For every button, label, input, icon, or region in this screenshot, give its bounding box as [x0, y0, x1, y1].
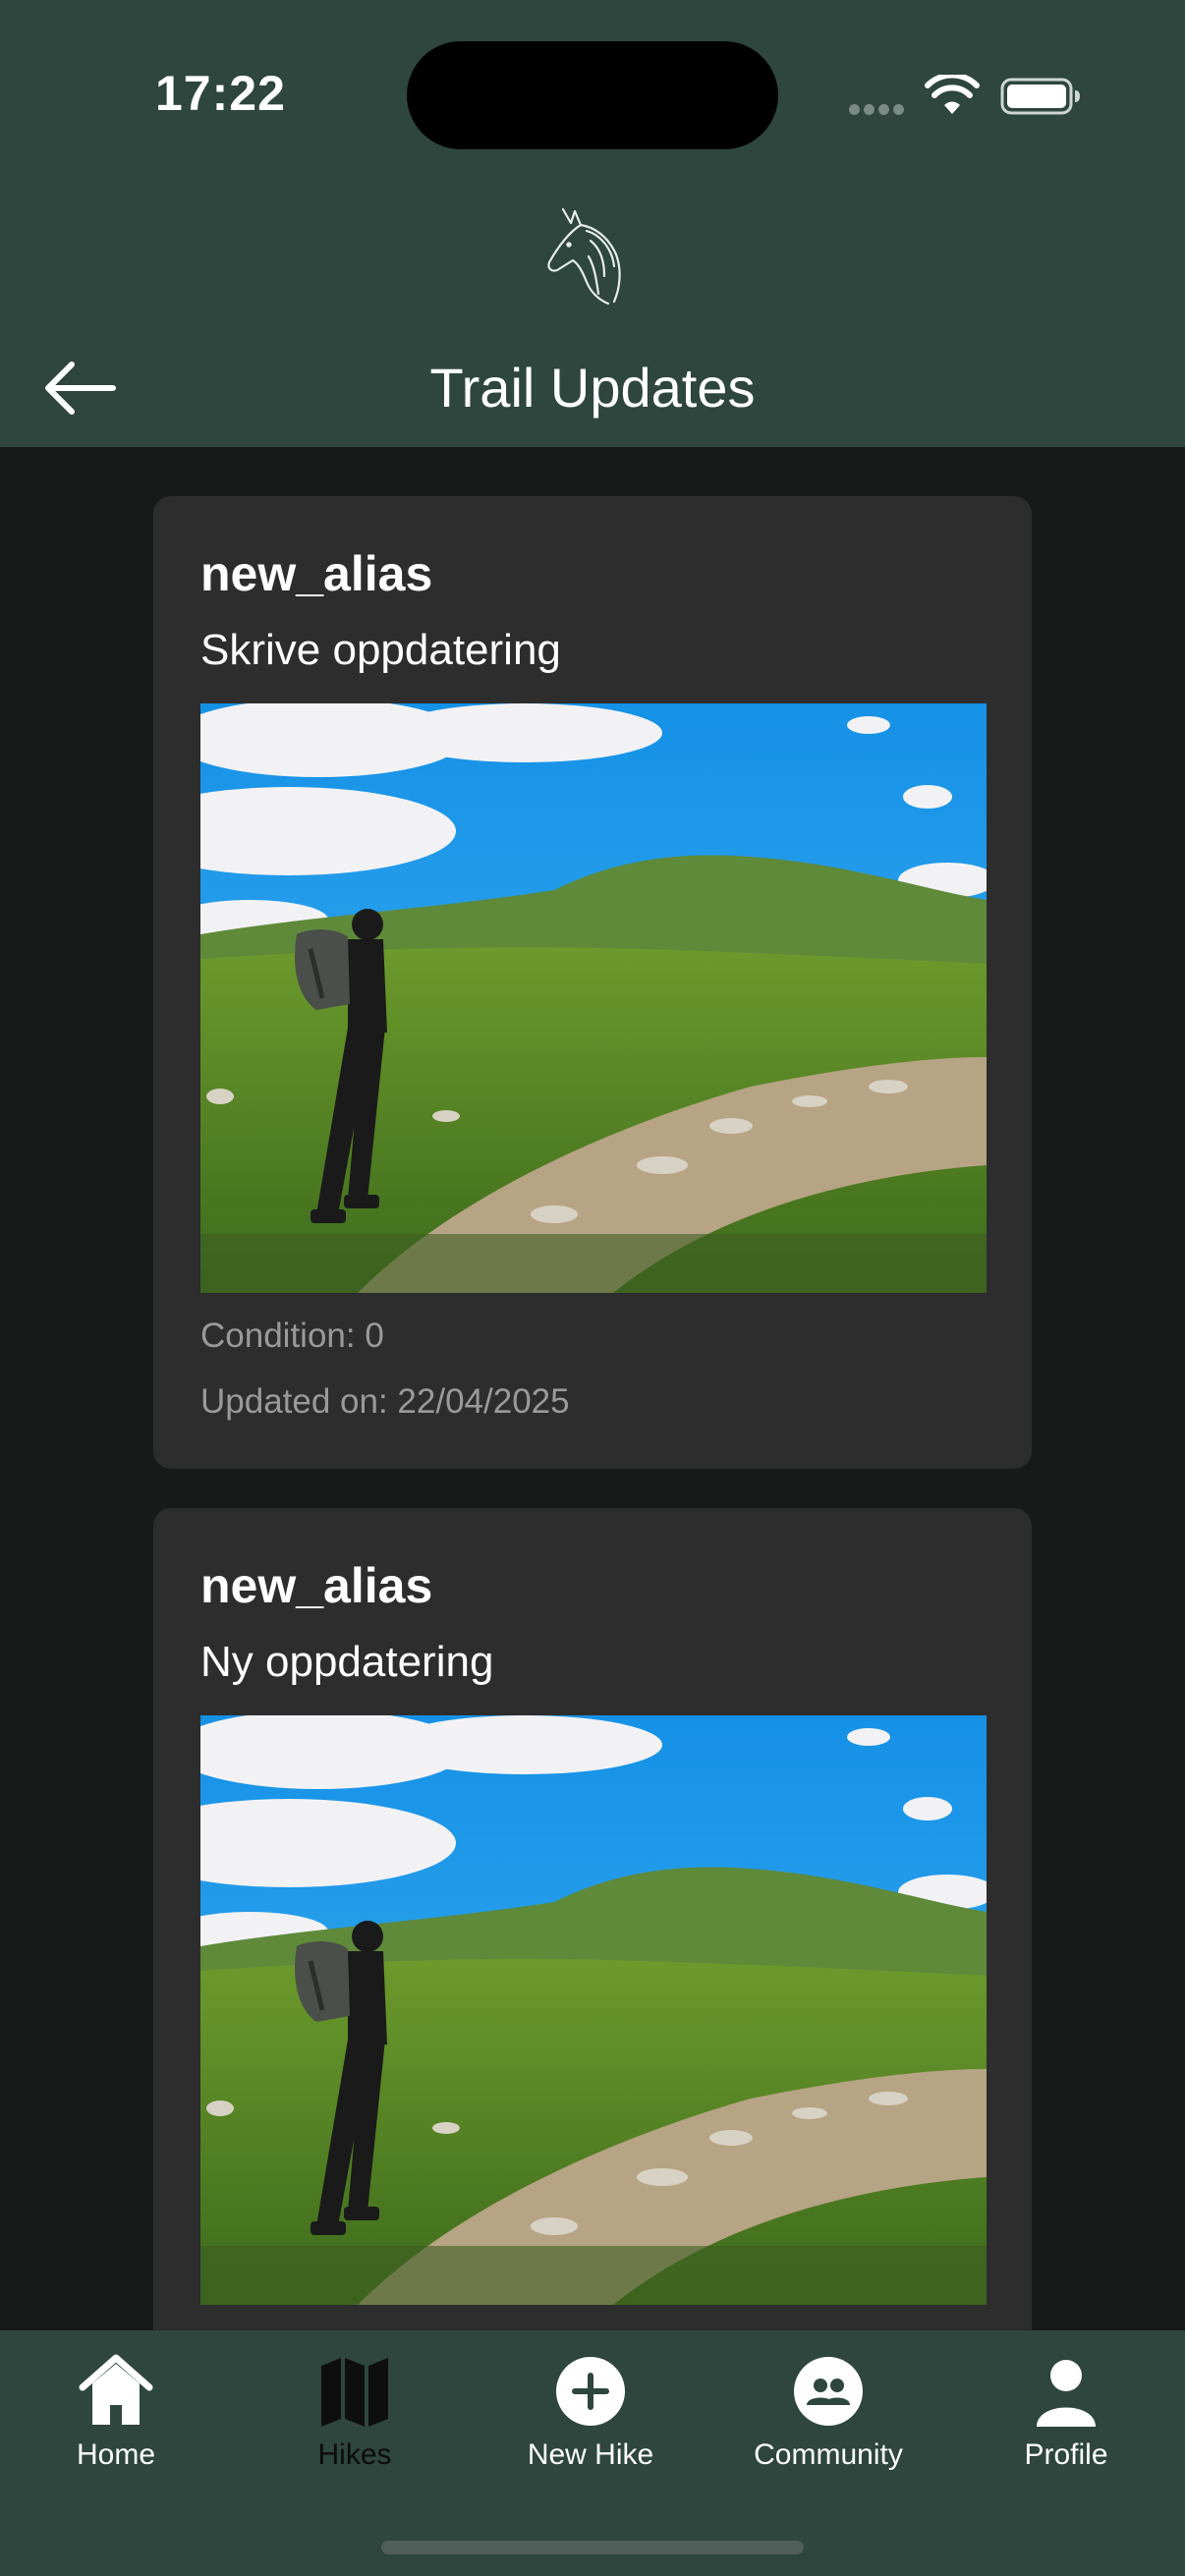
hiker-photo	[200, 703, 987, 1293]
battery-icon	[1000, 78, 1080, 115]
home-icon	[79, 2354, 153, 2425]
dynamic-island	[407, 41, 778, 149]
update-text: Ny oppdatering	[200, 1638, 494, 1686]
app-header: 17:22 Trail Updates	[0, 0, 1185, 447]
updated-on-date: Updated on: 22/04/2025	[200, 1382, 570, 1421]
trail-update-card[interactable]: new_alias Ny oppdatering	[153, 1508, 1032, 2392]
person-icon	[1037, 2360, 1096, 2427]
update-photo[interactable]	[200, 703, 987, 1293]
nav-community-label: Community	[754, 2438, 903, 2471]
nav-new-hike-label: New Hike	[527, 2438, 654, 2471]
update-photo[interactable]	[200, 1715, 987, 2305]
update-text: Skrive oppdatering	[200, 626, 561, 674]
hiker-photo	[200, 1715, 987, 2305]
status-time: 17:22	[155, 66, 286, 121]
plus-circle-icon	[556, 2357, 625, 2426]
update-author: new_alias	[200, 1558, 433, 1613]
screen: 17:22 Trail Updates new_alias Skrive opp…	[0, 0, 1185, 2576]
nav-hikes-label: Hikes	[317, 2438, 392, 2471]
home-indicator	[381, 2541, 804, 2554]
nav-new-hike[interactable]: New Hike	[482, 2350, 699, 2488]
nav-profile-label: Profile	[1024, 2438, 1108, 2471]
bottom-nav: Home Hikes New Hike Community Profile	[0, 2330, 1185, 2576]
nav-home[interactable]: Home	[8, 2350, 224, 2488]
horse-head-icon	[547, 207, 621, 306]
trail-update-card[interactable]: new_alias Skrive oppdatering Condition: …	[153, 496, 1032, 1469]
nav-community[interactable]: Community	[720, 2350, 936, 2488]
nav-hikes[interactable]: Hikes	[247, 2350, 463, 2488]
nav-home-label: Home	[76, 2438, 156, 2471]
trail-condition: Condition: 0	[200, 1316, 384, 1355]
page-title: Trail Updates	[429, 357, 756, 419]
people-icon	[794, 2357, 863, 2426]
nav-profile[interactable]: Profile	[958, 2350, 1174, 2488]
map-icon	[321, 2358, 388, 2427]
cellular-signal-icon	[849, 102, 908, 120]
update-author: new_alias	[200, 546, 433, 601]
wifi-icon	[925, 75, 980, 114]
